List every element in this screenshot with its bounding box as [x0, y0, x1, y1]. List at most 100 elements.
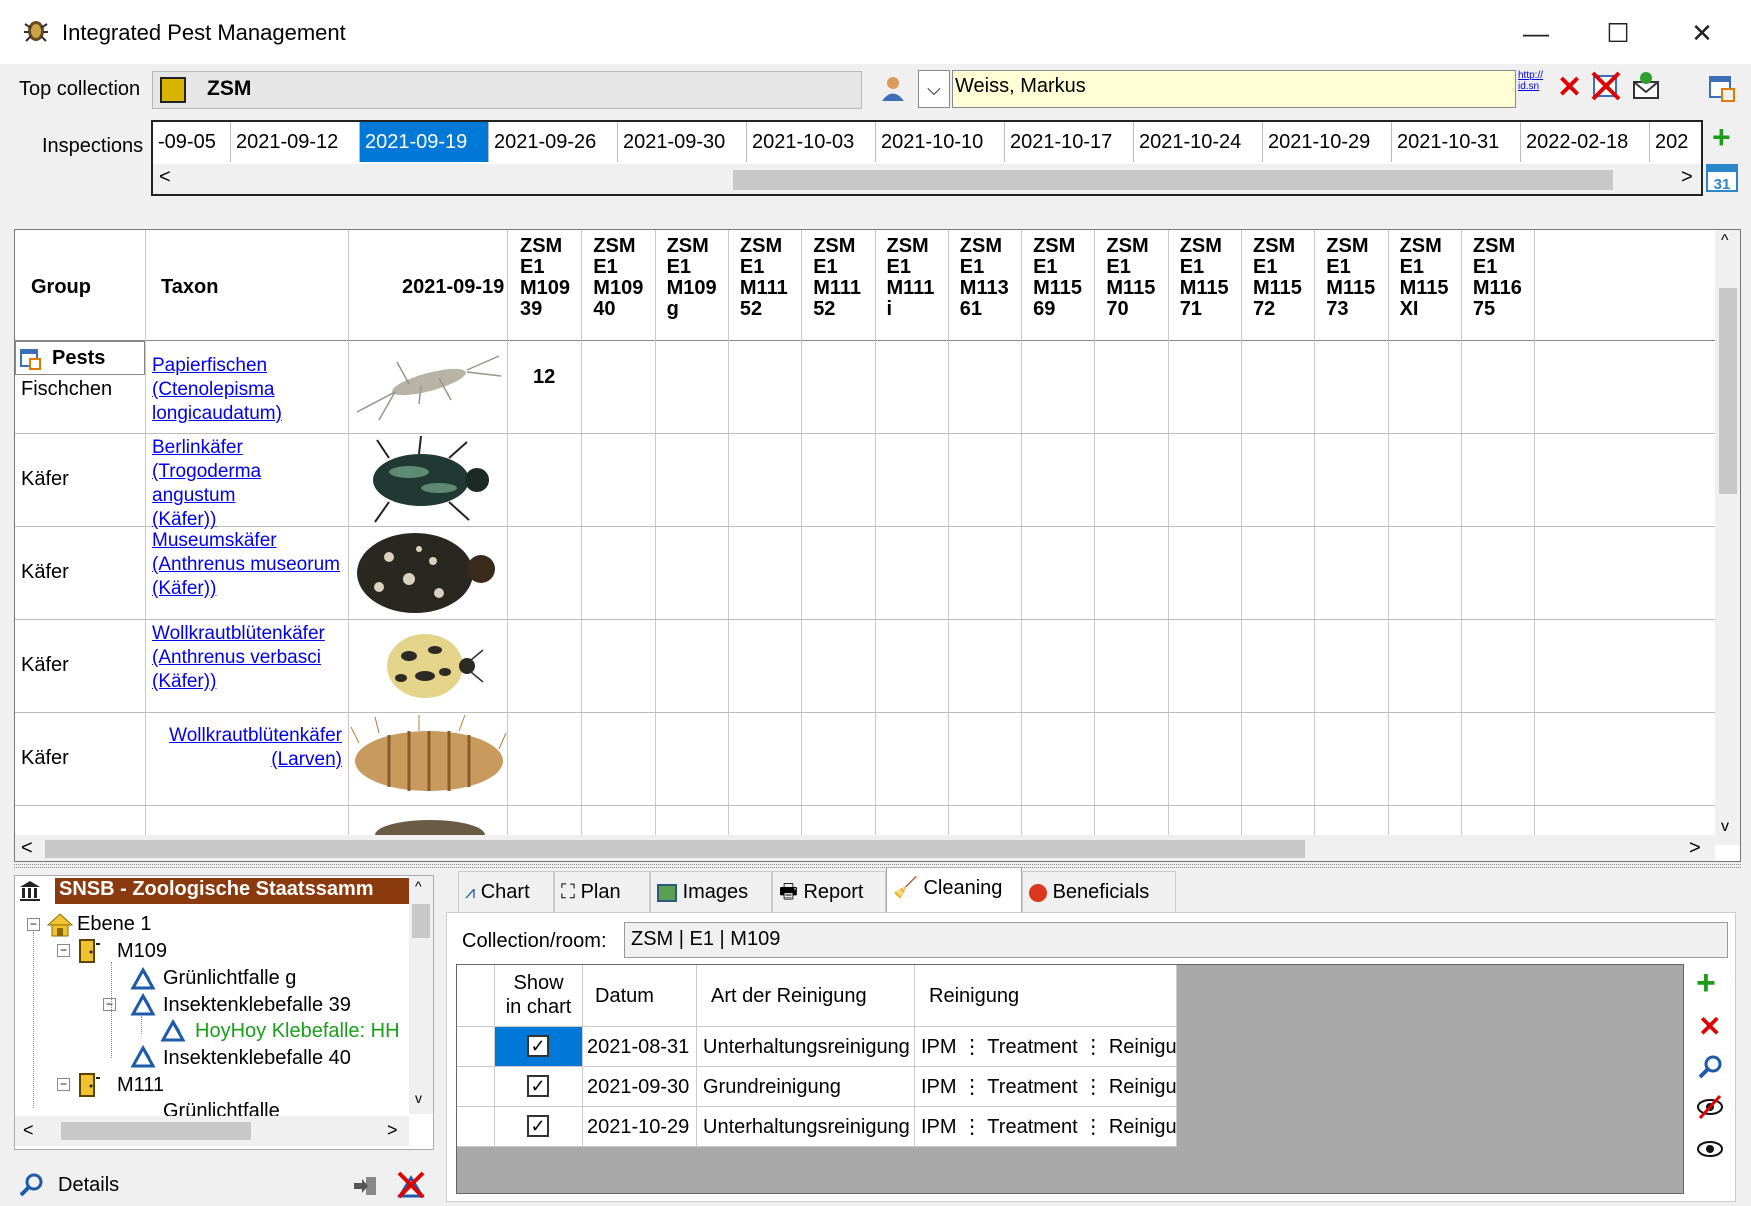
taxon-line[interactable]: Papierfischen — [152, 354, 347, 378]
trap-column-header[interactable]: ZSM E1 M115 72 — [1253, 230, 1302, 320]
collapse-icon[interactable]: − — [57, 944, 70, 957]
tree-item-room[interactable]: M109 — [117, 940, 167, 963]
art-header[interactable]: Art der Reinigung — [697, 965, 915, 1027]
scroll-thumb[interactable] — [733, 170, 1613, 190]
responsible-field[interactable]: Weiss, Markus — [952, 70, 1516, 108]
trap-column-header[interactable]: ZSM E1 M111 52 — [813, 230, 861, 320]
grid-vertical-scrollbar[interactable]: ^ v — [1715, 230, 1740, 845]
scroll-right-arrow-icon[interactable]: > — [387, 1120, 398, 1141]
tree-horizontal-scrollbar[interactable]: < > — [15, 1116, 409, 1146]
date-column-header[interactable]: 2021-09-19 — [402, 276, 504, 299]
taxon-line[interactable]: (Anthrenus verbasci — [152, 646, 347, 670]
reinigung-cell[interactable]: IPM ⋮ Treatment ⋮ Reinigung — [915, 1027, 1177, 1067]
maximize-button[interactable]: ☐ — [1588, 8, 1648, 58]
taxon-link[interactable]: Berlinkäfer (Trogoderma angustum (Käfer)… — [152, 436, 347, 532]
tree-item-trap[interactable]: Insektenklebefalle 39 — [163, 994, 351, 1017]
taxon-line[interactable]: (Larven) — [152, 748, 342, 772]
count-cell[interactable]: 12 — [533, 366, 555, 389]
calendar-icon[interactable]: 31 — [1706, 162, 1738, 193]
reinigung-header[interactable]: Reinigung — [915, 965, 1177, 1027]
tree-item-room[interactable]: M111 — [117, 1074, 164, 1097]
tree-item-trap[interactable]: Insektenklebefalle 40 — [163, 1047, 351, 1070]
show-in-chart-cell[interactable]: ✓ — [495, 1067, 583, 1107]
inspection-tab[interactable]: 2021-10-24 — [1134, 122, 1263, 162]
inspection-tab[interactable]: 2021-09-30 — [618, 122, 747, 162]
collapse-icon[interactable]: − — [27, 918, 40, 931]
scroll-right-arrow-icon[interactable]: > — [1689, 837, 1701, 860]
scroll-right-arrow-icon[interactable]: > — [1681, 166, 1693, 189]
taxon-column-header[interactable]: Taxon — [161, 276, 218, 299]
eye-icon[interactable] — [1696, 1138, 1724, 1160]
clear-responsible-icon[interactable] — [1590, 70, 1622, 102]
hide-eye-icon[interactable] — [1696, 1094, 1724, 1120]
show-in-chart-header[interactable]: Show in chart — [495, 965, 583, 1027]
group-column-header[interactable]: Group — [31, 276, 91, 299]
tab-chart[interactable]: ⩘ Chart — [458, 871, 554, 913]
taxon-line[interactable]: (Anthrenus museorum — [152, 553, 347, 577]
scroll-down-arrow-icon[interactable]: v — [1721, 818, 1729, 836]
scroll-thumb[interactable] — [412, 904, 430, 938]
show-in-chart-cell[interactable]: ✓ — [495, 1027, 583, 1067]
tab-plan[interactable]: ⛶ Plan — [554, 871, 650, 913]
close-button[interactable]: ✕ — [1672, 8, 1732, 58]
taxon-line[interactable]: (Trogoderma angustum — [152, 460, 347, 508]
magnifier-icon[interactable] — [1697, 1054, 1723, 1080]
taxon-line[interactable]: longicaudatum) — [152, 402, 347, 426]
inspections-scrollbar[interactable]: < > — [153, 164, 1701, 194]
taxon-line[interactable]: Wollkrautblütenkäfer — [152, 724, 342, 748]
taxon-line[interactable]: Berlinkäfer — [152, 436, 347, 460]
art-cell[interactable]: Grundreinigung — [697, 1067, 915, 1107]
tab-images[interactable]: Images — [650, 871, 772, 913]
tree-item-trap-green[interactable]: HoyHoy Klebefalle: HH — [195, 1020, 400, 1043]
collapse-icon[interactable]: − — [103, 998, 116, 1011]
person-icon[interactable] — [878, 74, 908, 104]
trap-column-header[interactable]: ZSM E1 M115 XI — [1400, 230, 1449, 320]
login-icon[interactable] — [352, 1174, 378, 1198]
delete-cleaning-icon[interactable]: ✕ — [1698, 1010, 1721, 1043]
row-header[interactable] — [457, 1107, 495, 1147]
splitter[interactable] — [14, 864, 1741, 868]
scroll-left-arrow-icon[interactable]: < — [159, 166, 171, 189]
uri-link[interactable]: http:// id.sn — [1518, 70, 1552, 100]
row-header[interactable] — [457, 1027, 495, 1067]
row-header[interactable] — [457, 1067, 495, 1107]
tree-item-floor[interactable]: Ebene 1 — [77, 913, 152, 936]
show-in-chart-cell[interactable]: ✓ — [495, 1107, 583, 1147]
art-cell[interactable]: Unterhaltungsreinigung — [697, 1107, 915, 1147]
taxon-line[interactable]: (Käfer)) — [152, 577, 347, 601]
mail-icon[interactable] — [1630, 70, 1662, 102]
taxon-link[interactable]: Museumskäfer (Anthrenus museorum (Käfer)… — [152, 529, 347, 601]
scroll-left-arrow-icon[interactable]: < — [23, 1120, 34, 1141]
taxon-link[interactable]: Wollkrautblütenkäfer (Larven) — [152, 724, 342, 772]
details-button[interactable]: Details — [58, 1174, 119, 1197]
pests-group-header[interactable]: Pests — [15, 341, 145, 375]
tab-report[interactable]: 🖶 Report — [772, 871, 886, 913]
table-settings-icon[interactable] — [1708, 74, 1736, 102]
art-cell[interactable]: Unterhaltungsreinigung — [697, 1027, 915, 1067]
trap-column-header[interactable]: ZSM E1 M115 71 — [1180, 230, 1229, 320]
trap-column-header[interactable]: ZSM E1 M115 70 — [1106, 230, 1155, 320]
minimize-button[interactable]: — — [1506, 8, 1566, 58]
scroll-thumb[interactable] — [1719, 288, 1737, 494]
remove-trap-icon[interactable] — [396, 1170, 426, 1200]
top-collection-field[interactable] — [152, 71, 862, 109]
grid-horizontal-scrollbar[interactable]: < > — [15, 835, 1715, 861]
tree-item-root[interactable]: SNSB - Zoologische Staatssamm — [55, 878, 411, 904]
trap-column-header[interactable]: ZSM E1 M109 g — [667, 230, 717, 320]
datum-cell[interactable]: 2021-09-30 — [583, 1067, 697, 1107]
datum-cell[interactable]: 2021-10-29 — [583, 1107, 697, 1147]
inspection-tab[interactable]: 2021-09-12 — [231, 122, 360, 162]
checkbox[interactable]: ✓ — [527, 1115, 549, 1137]
reinigung-cell[interactable]: IPM ⋮ Treatment ⋮ Reinigung — [915, 1107, 1177, 1147]
scroll-up-arrow-icon[interactable]: ^ — [415, 878, 422, 894]
scroll-thumb[interactable] — [61, 1122, 251, 1140]
checkbox[interactable]: ✓ — [527, 1075, 549, 1097]
remove-responsible-icon[interactable]: ✕ — [1557, 70, 1582, 105]
add-cleaning-icon[interactable]: + — [1696, 966, 1716, 1000]
reinigung-cell[interactable]: IPM ⋮ Treatment ⋮ Reinigung — [915, 1067, 1177, 1107]
trap-column-header[interactable]: ZSM E1 M111 i — [887, 230, 935, 320]
scroll-up-arrow-icon[interactable]: ^ — [1721, 232, 1729, 250]
tree-vertical-scrollbar[interactable]: ^ v — [409, 876, 433, 1114]
taxon-line[interactable]: Wollkrautblütenkäfer — [152, 622, 347, 646]
inspection-tab[interactable]: 2021-09-26 — [489, 122, 618, 162]
